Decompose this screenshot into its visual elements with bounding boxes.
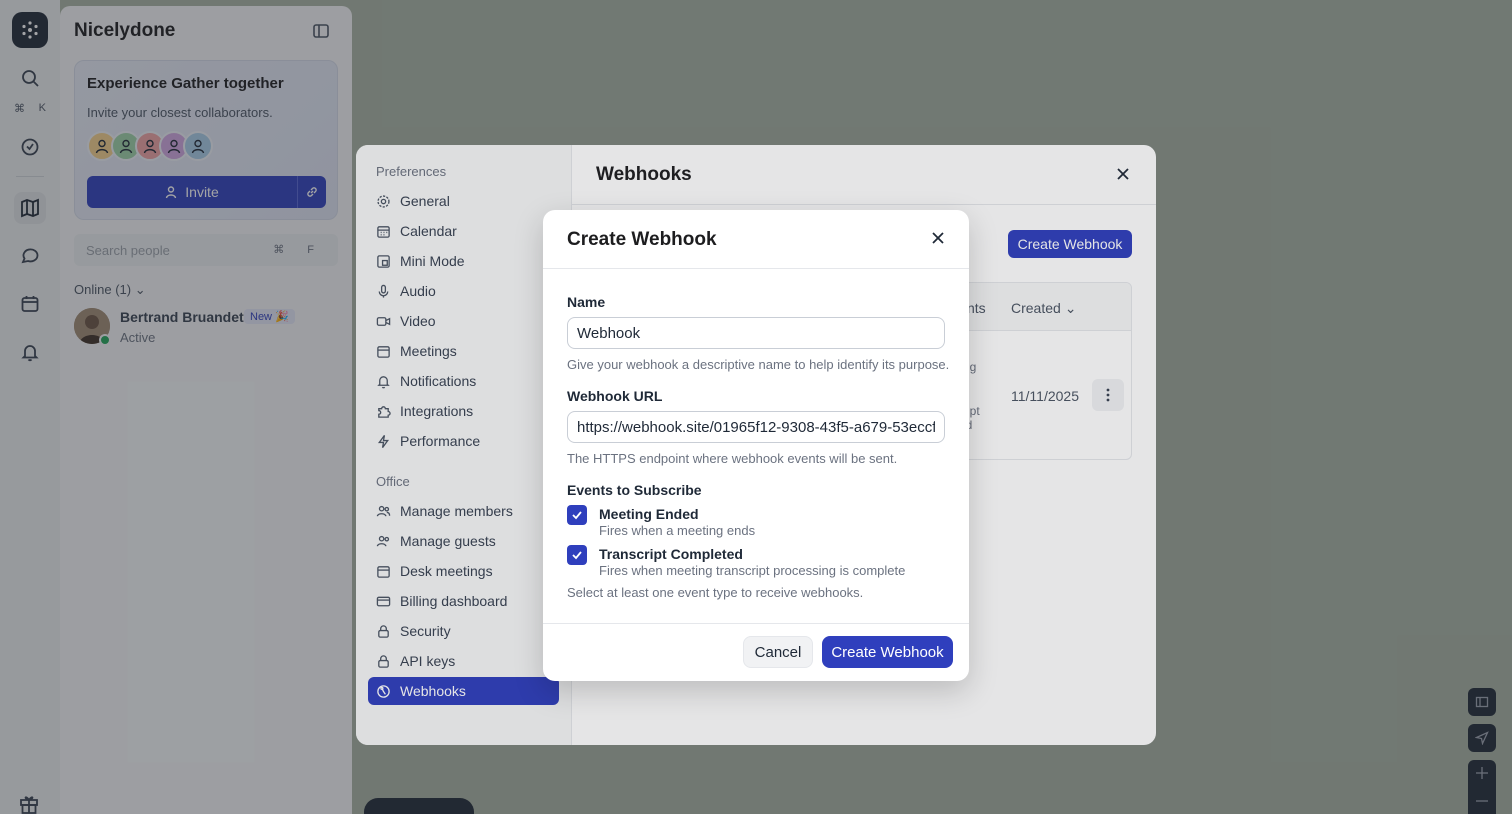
event-description: Fires when a meeting ends xyxy=(599,523,756,538)
name-hint: Give your webhook a descriptive name to … xyxy=(567,357,950,372)
transcript-completed-checkbox[interactable] xyxy=(567,545,587,565)
dialog-title: Create Webhook xyxy=(567,229,717,250)
dialog-header-divider xyxy=(543,268,969,269)
url-hint: The HTTPS endpoint where webhook events … xyxy=(567,451,898,466)
dialog-footer-divider xyxy=(543,623,969,624)
create-webhook-submit-button[interactable]: Create Webhook xyxy=(822,636,953,668)
event-description: Fires when meeting transcript processing… xyxy=(599,563,906,578)
events-label: Events to Subscribe xyxy=(567,482,702,498)
webhook-url-field[interactable] xyxy=(567,411,945,443)
event-title: Transcript Completed xyxy=(599,546,743,562)
name-label: Name xyxy=(567,294,606,310)
close-icon[interactable] xyxy=(929,229,947,252)
checkmark-icon xyxy=(572,551,582,560)
meeting-ended-checkbox[interactable] xyxy=(567,505,587,525)
checkmark-icon xyxy=(572,511,582,520)
event-title: Meeting Ended xyxy=(599,506,699,522)
url-label: Webhook URL xyxy=(567,388,663,404)
create-webhook-dialog: Create Webhook Name Give your webhook a … xyxy=(543,210,969,681)
name-field[interactable] xyxy=(567,317,945,349)
events-hint: Select at least one event type to receiv… xyxy=(567,585,864,600)
cancel-button[interactable]: Cancel xyxy=(743,636,813,668)
